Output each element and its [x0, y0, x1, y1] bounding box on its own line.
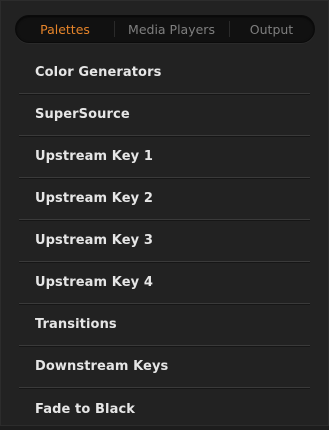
palette-item-label: SuperSource — [35, 107, 130, 122]
palettes-panel: Palettes Media Players Output Color Gene… — [0, 0, 329, 426]
palette-item-label: Upstream Key 1 — [35, 149, 153, 164]
palette-item-upstream-key-4[interactable]: Upstream Key 4 — [19, 262, 310, 304]
palette-item-label: Fade to Black — [35, 401, 135, 417]
palette-item-label: Upstream Key 2 — [35, 191, 153, 206]
palette-item-downstream-keys[interactable]: Downstream Keys — [19, 346, 310, 388]
palette-item-label: Transitions — [35, 317, 117, 332]
palette-item-label: Color Generators — [35, 65, 162, 80]
palette-item-label: Upstream Key 3 — [35, 233, 153, 248]
palette-item-transitions[interactable]: Transitions — [19, 304, 310, 346]
palette-item-supersource[interactable]: SuperSource — [19, 94, 310, 136]
tab-bar: Palettes Media Players Output — [15, 15, 315, 43]
palette-list: Color Generators SuperSource Upstream Ke… — [19, 52, 310, 430]
palette-item-upstream-key-2[interactable]: Upstream Key 2 — [19, 178, 310, 220]
tab-output[interactable]: Output — [229, 16, 314, 42]
tab-media-players[interactable]: Media Players — [114, 16, 229, 42]
palette-item-upstream-key-1[interactable]: Upstream Key 1 — [19, 136, 310, 178]
palette-item-color-generators[interactable]: Color Generators — [19, 52, 310, 94]
palette-item-upstream-key-3[interactable]: Upstream Key 3 — [19, 220, 310, 262]
palette-item-fade-to-black[interactable]: Fade to Black — [19, 388, 310, 430]
palette-item-label: Upstream Key 4 — [35, 275, 153, 290]
palette-item-label: Downstream Keys — [35, 359, 169, 374]
tab-palettes[interactable]: Palettes — [16, 16, 114, 42]
